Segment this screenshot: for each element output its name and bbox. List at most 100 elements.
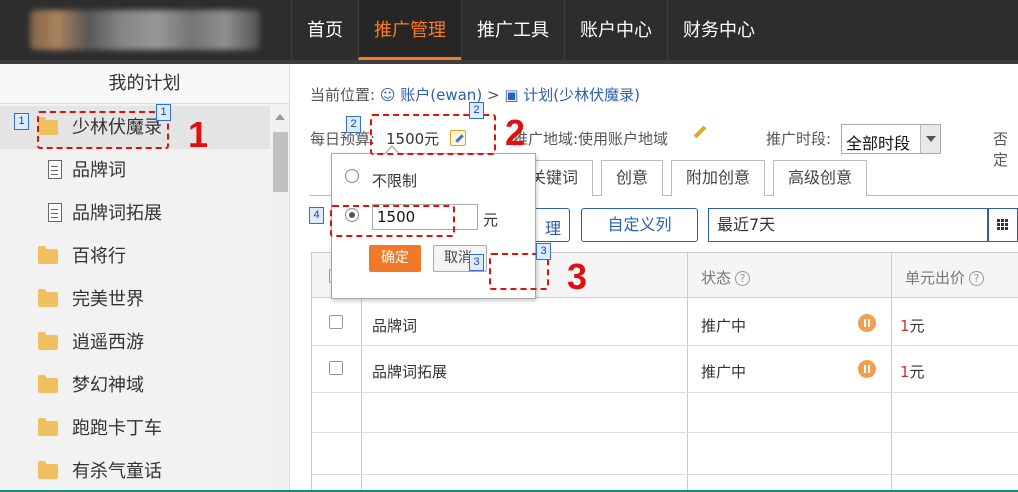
nav-account-center[interactable]: 账户中心 [564, 0, 667, 60]
folder-icon [38, 375, 58, 393]
breadcrumb-plan-link[interactable]: 计划(少林伏魔录) [523, 86, 640, 104]
annotation-box-4 [330, 205, 455, 237]
tab-extra-creative[interactable]: 附加创意 [671, 160, 766, 196]
bid-number: 1 [900, 363, 910, 381]
user-icon: ☺ [379, 86, 396, 104]
column-header-label: 状态 [701, 269, 732, 287]
sidebar-item-plan[interactable]: 跑跑卡丁车 [0, 407, 270, 450]
status-text: 推广中 [701, 363, 747, 381]
tab-advanced-creative[interactable]: 高级创意 [773, 160, 868, 196]
row-divider [312, 345, 1018, 346]
row-divider [312, 474, 1018, 475]
budget-unit: 元 [483, 211, 499, 229]
region-text: 推广地域:使用账户地域 [513, 130, 669, 148]
breadcrumb-separator: > [486, 86, 500, 104]
time-label: 推广时段: [766, 130, 832, 148]
help-icon[interactable]: ? [969, 271, 985, 286]
bid-value[interactable]: 1元 [900, 361, 925, 382]
bid-number: 1 [900, 317, 910, 335]
scroll-thumb[interactable] [273, 132, 288, 192]
annotation-tag: 2 [346, 116, 361, 133]
sidebar-item-plan[interactable]: 百将行 [0, 235, 270, 278]
blurred-logo [30, 10, 260, 50]
sidebar-item-label: 梦幻神域 [72, 375, 144, 396]
row-divider [312, 432, 1018, 433]
annotation-tag: 1 [156, 104, 171, 121]
unit-name[interactable]: 品牌词 [372, 315, 417, 336]
sidebar-title: 我的计划 [0, 64, 289, 104]
sidebar-item-label: 品牌词拓展 [72, 203, 162, 224]
sidebar-item-brand-words[interactable]: 品牌词 [0, 149, 270, 192]
annotation-tag: 3 [469, 254, 484, 271]
top-bar: 首页 推广管理 推广工具 账户中心 财务中心 [0, 0, 1018, 64]
column-header-label: 单元出价 [905, 269, 966, 287]
plan-list: 少林伏魔录 品牌词 品牌词拓展 百将行 完美世界 逍遥西游 梦幻神域 跑跑卡丁车… [0, 106, 270, 492]
column-header-bid: 单元出价? [905, 267, 985, 288]
help-icon[interactable]: ? [735, 271, 751, 286]
annotation-box-1 [37, 111, 169, 149]
row-divider [312, 392, 1018, 393]
sidebar-item-plan[interactable]: 逍遥西游 [0, 321, 270, 364]
sidebar-item-plan[interactable]: 有杀气童话 [0, 450, 270, 492]
annotation-box-2 [370, 114, 496, 155]
folder-icon [38, 332, 58, 350]
date-range-select[interactable]: 最近7天 [708, 208, 988, 242]
plan-icon: ▣ [504, 86, 519, 104]
custom-columns-button[interactable]: 自定义列 [581, 208, 698, 242]
time-period-value: 全部时段 [846, 134, 911, 153]
status-text: 推广中 [701, 317, 747, 335]
annotation-tag: 3 [536, 243, 551, 260]
tab-creative[interactable]: 创意 [601, 160, 664, 196]
sidebar-scrollbar[interactable] [272, 106, 289, 492]
breadcrumb-prefix: 当前位置: [310, 86, 376, 104]
sidebar-item-plan[interactable]: 完美世界 [0, 278, 270, 321]
sidebar-item-label: 有杀气童话 [72, 461, 162, 482]
nav-promotion-tools[interactable]: 推广工具 [461, 0, 564, 60]
chevron-down-icon[interactable] [920, 125, 940, 153]
row-checkbox[interactable] [329, 315, 343, 329]
annotation-number-2: 2 [505, 112, 526, 153]
nav-promotion-management[interactable]: 推广管理 [358, 0, 461, 60]
nav-home[interactable]: 首页 [291, 0, 358, 60]
document-icon [48, 203, 62, 222]
confirm-button[interactable]: 确定 [369, 245, 421, 272]
sidebar-item-label: 完美世界 [72, 289, 144, 310]
sidebar-item-label: 品牌词 [72, 160, 126, 181]
radio-unlimited[interactable] [345, 169, 359, 183]
bid-unit: 元 [909, 363, 925, 381]
annotation-tag: 2 [469, 102, 484, 119]
sidebar-item-brand-words-ext[interactable]: 品牌词拓展 [0, 192, 270, 235]
pause-icon[interactable] [858, 314, 876, 332]
unit-name[interactable]: 品牌词拓展 [372, 361, 447, 382]
folder-icon [38, 289, 58, 307]
folder-icon [38, 246, 58, 264]
scroll-up-arrow-icon[interactable] [275, 114, 285, 120]
document-icon [48, 160, 62, 179]
column-header-status: 状态? [701, 267, 751, 288]
folder-icon [38, 461, 58, 479]
row-checkbox[interactable] [329, 361, 343, 375]
manage-button-label: 理 [544, 219, 561, 238]
bid-unit: 元 [909, 317, 925, 335]
grid-icon[interactable] [988, 208, 1018, 242]
annotation-tag: 4 [309, 207, 324, 224]
negative-label: 否定 [993, 130, 1009, 169]
option-unlimited-label: 不限制 [372, 172, 418, 190]
column-divider [891, 252, 892, 492]
sidebar-item-label: 逍遥西游 [72, 332, 144, 353]
annotation-number-1: 1 [188, 114, 209, 155]
main-nav: 首页 推广管理 推广工具 账户中心 财务中心 [291, 0, 770, 60]
nav-finance-center[interactable]: 财务中心 [667, 0, 770, 60]
page: 首页 推广管理 推广工具 账户中心 财务中心 我的计划 少林伏魔录 品牌词 品牌… [0, 0, 1018, 492]
content-tabs: 关键词 创意 附加创意 高级创意 [516, 160, 875, 196]
pause-icon[interactable] [858, 360, 876, 378]
budget-label: 每日预算: [310, 130, 376, 148]
time-period-select[interactable]: 全部时段 [841, 124, 941, 154]
folder-icon [38, 418, 58, 436]
annotation-number-3: 3 [567, 256, 588, 297]
bid-value[interactable]: 1元 [900, 315, 925, 336]
sidebar-item-label: 跑跑卡丁车 [72, 418, 162, 439]
sidebar-item-plan[interactable]: 梦幻神域 [0, 364, 270, 407]
edit-region-icon[interactable] [693, 125, 707, 139]
annotation-tag: 1 [14, 113, 29, 130]
